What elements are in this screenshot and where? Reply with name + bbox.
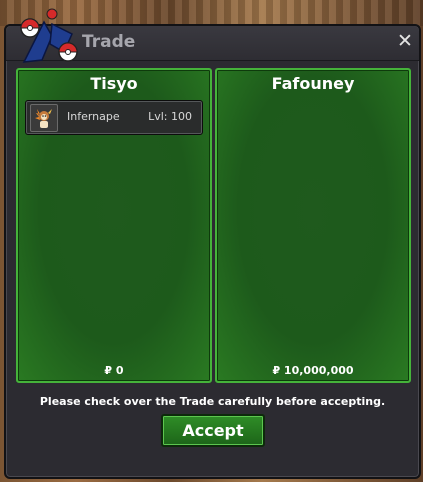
close-icon[interactable]: ✕	[395, 31, 415, 51]
infernape-icon	[30, 104, 58, 132]
accept-button[interactable]: Accept	[161, 414, 265, 447]
partner-name: Fafouney	[271, 74, 355, 93]
pokemon-level: Lvl: 100	[148, 110, 192, 123]
trade-window: Trade ✕ Tisyo Infernape Lvl: 100 ₽ 0 Faf…	[4, 8, 421, 479]
trade-item-slot[interactable]: Infernape Lvl: 100	[25, 100, 203, 135]
pokeball-emblem-icon	[20, 8, 78, 63]
trade-panel-tisyo: Tisyo Infernape Lvl: 100 ₽ 0	[16, 68, 212, 383]
player-name: Tisyo	[90, 74, 138, 93]
trade-notice: Please check over the Trade carefully be…	[39, 395, 386, 408]
money-offer: ₽ 10,000,000	[272, 364, 354, 377]
pokemon-name: Infernape	[67, 110, 120, 123]
trade-panel-fafouney: Fafouney ₽ 10,000,000	[215, 68, 411, 383]
money-offer: ₽ 0	[104, 364, 124, 377]
window-title: Trade	[82, 32, 136, 52]
